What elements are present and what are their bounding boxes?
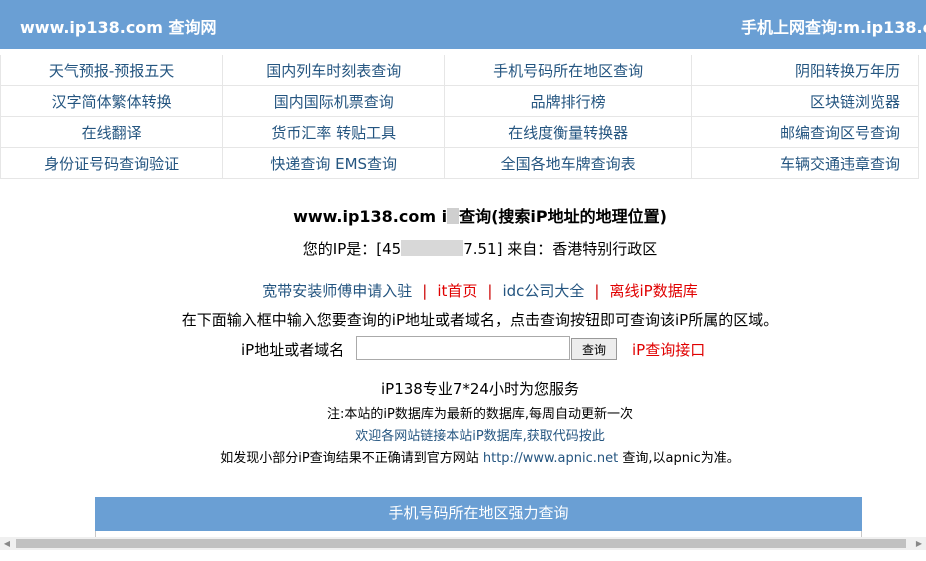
separator: | xyxy=(487,282,493,300)
query-button[interactable]: 查询 xyxy=(571,338,618,360)
link-train[interactable]: 国内列车时刻表查询 xyxy=(222,55,446,86)
promo-link-it-home[interactable]: it首页 xyxy=(437,282,477,300)
apnic-suffix: 查询,以apnic为准。 xyxy=(618,451,740,466)
link-blockchain[interactable]: 区块链浏览器 xyxy=(691,85,920,117)
link-postcode[interactable]: 邮编查询区号查询 xyxy=(691,116,920,148)
redaction-block xyxy=(447,208,460,224)
apnic-link[interactable]: http://www.apnic.net xyxy=(483,451,618,466)
link-mobile-area[interactable]: 手机号码所在地区查询 xyxy=(444,55,692,86)
ip-start: 45 xyxy=(382,240,402,258)
separator: | xyxy=(594,282,600,300)
link-unit-convert[interactable]: 在线度衡量转换器 xyxy=(444,116,692,148)
promo-link-installer[interactable]: 宽带安装师傅申请入驻 xyxy=(262,282,412,300)
link-traffic[interactable]: 车辆交通违章查询 xyxy=(691,147,920,179)
ip-prefix: 您的IP是：[ xyxy=(302,240,383,258)
db-note: 注:本站的iP数据库为最新的数据库,每周自动更新一次 xyxy=(327,407,633,422)
ip-redaction xyxy=(401,240,464,256)
links-row: 身份证号码查询验证 快递查询 EMS查询 全国各地车牌查询表 车辆交通违章查询 xyxy=(0,147,920,179)
mobile-site-link[interactable]: 手机上网查询:m.ip138.com xyxy=(741,14,926,38)
promo-link-offline-db[interactable]: 离线iP数据库 xyxy=(609,282,697,300)
link-weather[interactable]: 天气预报-预报五天 xyxy=(0,55,224,86)
ip-api-link[interactable]: iP查询接口 xyxy=(632,339,705,360)
ip-line: 您的IP是：[45 7.51] 来自：香港特别行政区 xyxy=(0,238,926,259)
page-title-start: www.ip138.com i xyxy=(293,207,448,226)
instruction-text: 在下面输入框中输入您要查询的iP地址或者域名，点击查询按钮即可查询该iP所属的区… xyxy=(181,311,779,329)
site-title-link[interactable]: www.ip138.com 查询网 xyxy=(20,14,217,38)
mobile-query-box-header: 手机号码所在地区强力查询 xyxy=(95,497,862,531)
links-row: 天气预报-预报五天 国内列车时刻表查询 手机号码所在地区查询 阴阳转换万年历 xyxy=(0,55,920,86)
scrollbar-thumb[interactable] xyxy=(16,539,906,548)
ip-input[interactable] xyxy=(356,336,570,360)
link-express[interactable]: 快递查询 EMS查询 xyxy=(222,147,446,179)
promo-link-idc[interactable]: idc公司大全 xyxy=(502,282,584,300)
ip-end: 7.51 xyxy=(463,240,497,258)
page-title: www.ip138.com i 查询(搜索iP地址的地理位置) xyxy=(0,203,926,227)
page-title-end: 查询(搜索iP地址的地理位置) xyxy=(459,207,667,226)
link-flights[interactable]: 国内国际机票查询 xyxy=(222,85,446,117)
link-calendar[interactable]: 阴阳转换万年历 xyxy=(691,55,920,86)
scroll-left-arrow-icon[interactable]: ◀ xyxy=(0,537,14,550)
window-bottom-edge xyxy=(0,550,926,561)
apnic-note: 如发现小部分iP查询结果不正确请到官方网站 http://www.apnic.n… xyxy=(0,447,926,466)
get-code-link[interactable]: 欢迎各网站链接本站iP数据库,获取代码按此 xyxy=(0,425,926,444)
separator: | xyxy=(422,282,428,300)
promo-links: 宽带安装师傅申请入驻 | it首页 | idc公司大全 | 离线iP数据库 xyxy=(0,280,926,301)
links-row: 汉字简体繁体转换 国内国际机票查询 品牌排行榜 区块链浏览器 xyxy=(0,85,920,117)
link-id-card[interactable]: 身份证号码查询验证 xyxy=(0,147,224,179)
link-currency[interactable]: 货币汇率 转贴工具 xyxy=(222,116,446,148)
ip-location: ] 来自：香港特别行政区 xyxy=(496,240,658,258)
link-chinese-convert[interactable]: 汉字简体繁体转换 xyxy=(0,85,224,117)
links-row: 在线翻译 货币汇率 转贴工具 在线度衡量转换器 邮编查询区号查询 xyxy=(0,116,920,148)
link-plates[interactable]: 全国各地车牌查询表 xyxy=(444,147,692,179)
scroll-right-arrow-icon[interactable]: ▶ xyxy=(912,537,926,550)
apnic-prefix: 如发现小部分iP查询结果不正确请到官方网站 xyxy=(220,451,483,466)
service-text: iP138专业7*24小时为您服务 xyxy=(381,380,579,398)
links-grid: 天气预报-预报五天 国内列车时刻表查询 手机号码所在地区查询 阴阳转换万年历 汉… xyxy=(0,55,920,179)
link-brand-rank[interactable]: 品牌排行榜 xyxy=(444,85,692,117)
ip-input-label: iP地址或者域名 xyxy=(241,341,345,359)
link-translate[interactable]: 在线翻译 xyxy=(0,116,224,148)
header-bar: www.ip138.com 查询网 手机上网查询:m.ip138.com xyxy=(0,0,926,49)
horizontal-scrollbar[interactable]: ◀ ▶ xyxy=(0,537,926,550)
